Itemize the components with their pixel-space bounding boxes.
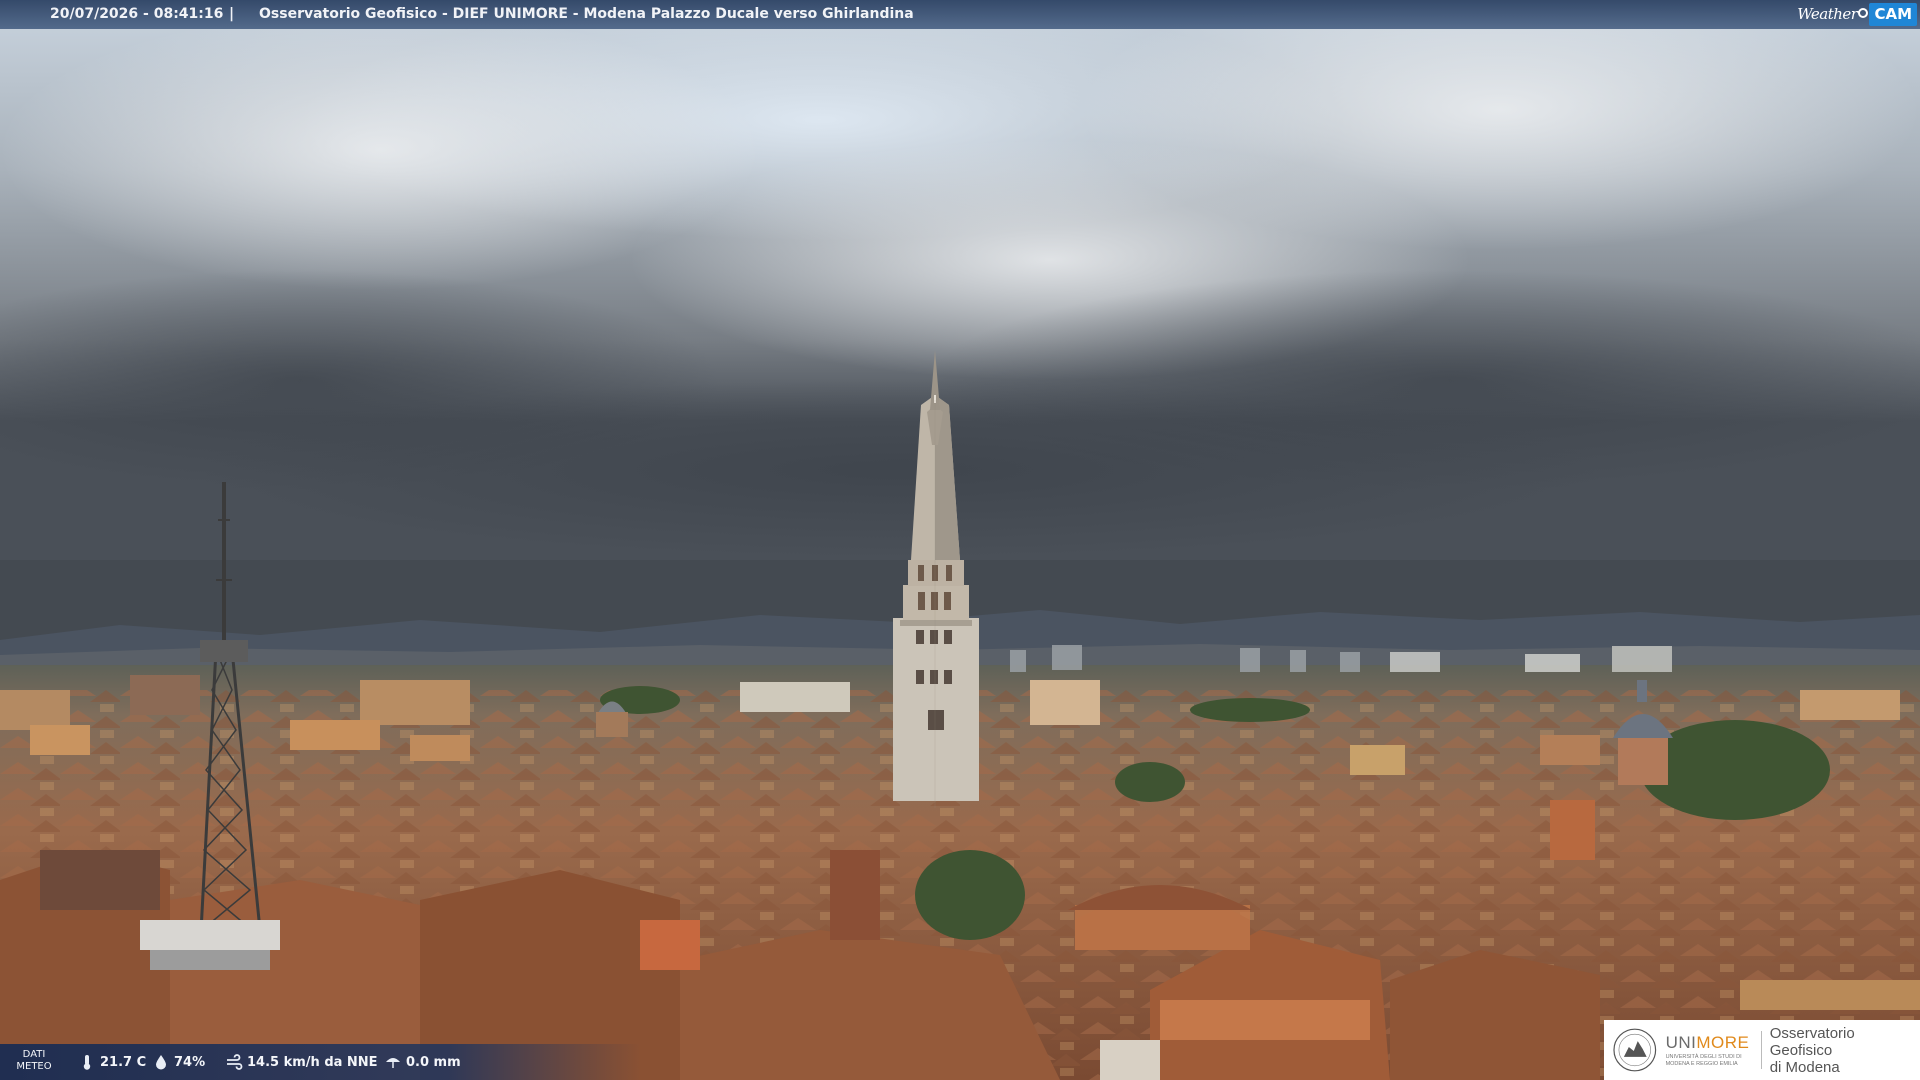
wind-icon: [227, 1054, 243, 1070]
logo-weather-text: Weather: [1797, 5, 1858, 23]
humidity-reading: 74%: [152, 1044, 205, 1080]
rain-reading: 0.0 mm: [384, 1044, 461, 1080]
unimore-badge: UNIMORE UNIVERSITÀ DEGLI STUDI DI MODENA…: [1604, 1020, 1920, 1080]
weathercam-logo: Weather CAM: [1797, 0, 1920, 29]
rain-icon: [386, 1058, 400, 1068]
logo-circle-icon: [1858, 7, 1869, 18]
header-separator: |: [229, 6, 235, 22]
weather-label-line2: METEO: [16, 1061, 52, 1072]
weather-data-bar: DATI METEO 21.7 C 74% 14.5 km/h da NNE 0…: [0, 1044, 640, 1080]
unimore-seal-logo: [1613, 1028, 1657, 1072]
thermometer-icon: [83, 1055, 91, 1070]
logo-cam-text: CAM: [1869, 3, 1917, 26]
unimore-suffix: MORE: [1696, 1032, 1750, 1052]
unimore-prefix: UNI: [1665, 1032, 1697, 1052]
humidity-icon: [156, 1055, 166, 1070]
rain-value: 0.0 mm: [406, 1054, 461, 1070]
temperature-reading: 21.7 C: [78, 1044, 146, 1080]
unimore-subtitle-line1: UNIVERSITÀ DEGLI STUDI DI: [1665, 1053, 1742, 1060]
weather-label: DATI METEO: [12, 1049, 56, 1073]
badge-divider: [1760, 1031, 1762, 1069]
top-info-bar: 20/07/2026 - 08:41:16 | Osservatorio Geo…: [0, 0, 1920, 29]
weather-label-line1: DATI: [22, 1049, 46, 1060]
unimore-subtitle-line2: MODENA E REGGIO EMILIA: [1665, 1060, 1738, 1067]
unimore-subtitle: UNIVERSITÀ DEGLI STUDI DI MODENA E REGGI…: [1666, 1054, 1757, 1068]
temperature-value: 21.7 C: [100, 1054, 147, 1070]
humidity-value: 74%: [174, 1054, 206, 1070]
wind-value: 14.5 km/h da NNE: [247, 1054, 378, 1070]
unimore-name: UNIMORE: [1666, 1033, 1757, 1053]
datetime-stamp: 20/07/2026 - 08:41:16: [50, 6, 224, 22]
observatory-line2: di Modena: [1769, 1058, 1840, 1076]
unimore-name-block: UNIMORE UNIVERSITÀ DEGLI STUDI DI MODENA…: [1666, 1033, 1757, 1068]
observatory-name: Osservatorio Geofisico di Modena: [1770, 1025, 1920, 1076]
observatory-line1: Osservatorio Geofisico: [1769, 1024, 1855, 1059]
webcam-image: [0, 0, 1920, 1080]
wind-reading: 14.5 km/h da NNE: [225, 1044, 378, 1080]
camera-title: Osservatorio Geofisico - DIEF UNIMORE - …: [259, 6, 914, 22]
